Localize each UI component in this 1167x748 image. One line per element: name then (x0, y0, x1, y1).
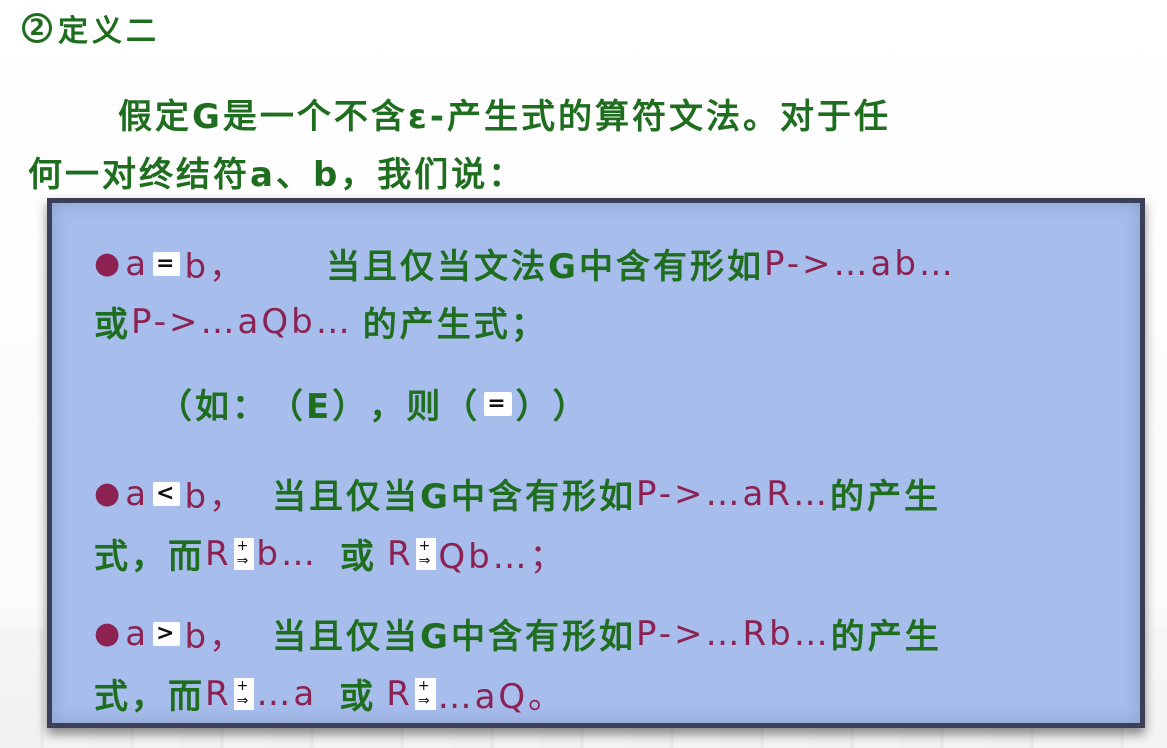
rule-eq-condition: 当且仅当文法G中含有形如 (326, 247, 764, 287)
section-heading: 2 定义二 (22, 6, 160, 50)
rule-gt-line-2: 式，而 R + ⇒ …a 或 R + ⇒ …aQ。 (94, 669, 565, 718)
rule-lt-symbol: < (153, 481, 181, 506)
derivation-arrow-icon: + ⇒ (414, 677, 436, 710)
example-line: （如： （E） ，则 （ = ） ） (158, 379, 590, 428)
heading-title: 定义二 (58, 14, 160, 49)
derivation-arrow-icon: + ⇒ (415, 537, 437, 570)
intro-line-1: 假定G是一个不含ε-产生式的算符文法。对于任 (118, 97, 891, 137)
rule-lt-tail: 的产生 (829, 477, 941, 517)
rule-lt-line-1: ● a < b， 当且仅当G中含有形如 P->…aR… 的产生 (94, 469, 941, 518)
example-close: ） (552, 387, 590, 427)
bullet-icon: ● (94, 246, 124, 281)
rule-eq-production-2: P->…aQb… (131, 301, 353, 342)
rule-lt-condition: 当且仅当G中含有形如 (272, 477, 636, 517)
rule-gt-condition: 当且仅当G中含有形如 (272, 617, 636, 657)
rule-lt-r1: R (205, 533, 232, 574)
rule-lt-r2: R (386, 533, 414, 574)
rule-lt-b: b， (184, 477, 247, 517)
rule-eq-a: a (125, 243, 150, 284)
rule-gt-production: P->…Rb… (635, 613, 831, 654)
rule-lt-production: P->…aR… (635, 473, 830, 514)
rule-gt-r1: R (205, 673, 232, 714)
derivation-arrow-icon: + ⇒ (233, 677, 255, 710)
circled-number: 2 (22, 13, 52, 43)
example-symbol: = (484, 391, 512, 416)
rule-lt-line-2: 式，而 R + ⇒ b… 或 R + ⇒ Qb…； (94, 529, 567, 578)
rule-gt-r2: R (386, 673, 413, 714)
rule-eq-tail: 的产生式； (362, 305, 548, 345)
rule-lt-seq1: b… (256, 533, 318, 574)
example-open: （如： (158, 387, 269, 427)
rule-lt-seq2: Qb…； (438, 537, 567, 577)
rule-gt-a: a (125, 613, 150, 654)
rule-gt-tail-2: 式，而 (94, 677, 205, 717)
rule-lt-tail-2: 式，而 (94, 537, 205, 577)
example-comma: ，则 (369, 387, 444, 427)
example-paren-open: （ (443, 387, 481, 427)
intro-paragraph: 假定G是一个不含ε-产生式的算符文法。对于任 何一对终结符a、b，我们说： (28, 88, 1138, 204)
rule-eq-b: b， (184, 247, 247, 287)
definition-panel: ● a = b， 当且仅当文法G中含有形如 P->…ab… 或 P->…aQb…… (47, 198, 1145, 728)
rule-eq-line-2: 或 P->…aQb… 的产生式； (94, 297, 548, 346)
example-expr: （E） (269, 387, 370, 427)
rule-lt-a: a (125, 473, 150, 514)
intro-line-2: 何一对终结符a、b，我们说： (28, 155, 526, 195)
rule-gt-seq1: …a (256, 673, 318, 714)
rule-eq-production-1: P->…ab… (763, 243, 956, 284)
rule-gt-seq2: …aQ。 (437, 677, 566, 717)
rule-eq-or: 或 (94, 305, 131, 345)
example-paren-close: ） (515, 387, 553, 427)
derivation-arrow-icon: + ⇒ (233, 537, 255, 570)
rule-gt-line-1: ● a > b， 当且仅当G中含有形如 P->…Rb… 的产生 (94, 609, 942, 658)
rule-eq-line-1: ● a = b， 当且仅当文法G中含有形如 P->…ab… (94, 239, 956, 288)
rule-eq-symbol: = (153, 251, 181, 276)
rule-lt-or: 或 (339, 537, 377, 577)
rule-gt-tail: 的产生 (830, 617, 942, 657)
bullet-icon: ● (94, 476, 124, 511)
rule-gt-b: b， (184, 617, 247, 657)
rule-gt-or: 或 (339, 677, 377, 717)
bullet-icon: ● (94, 616, 124, 651)
rule-gt-symbol: > (153, 621, 181, 646)
